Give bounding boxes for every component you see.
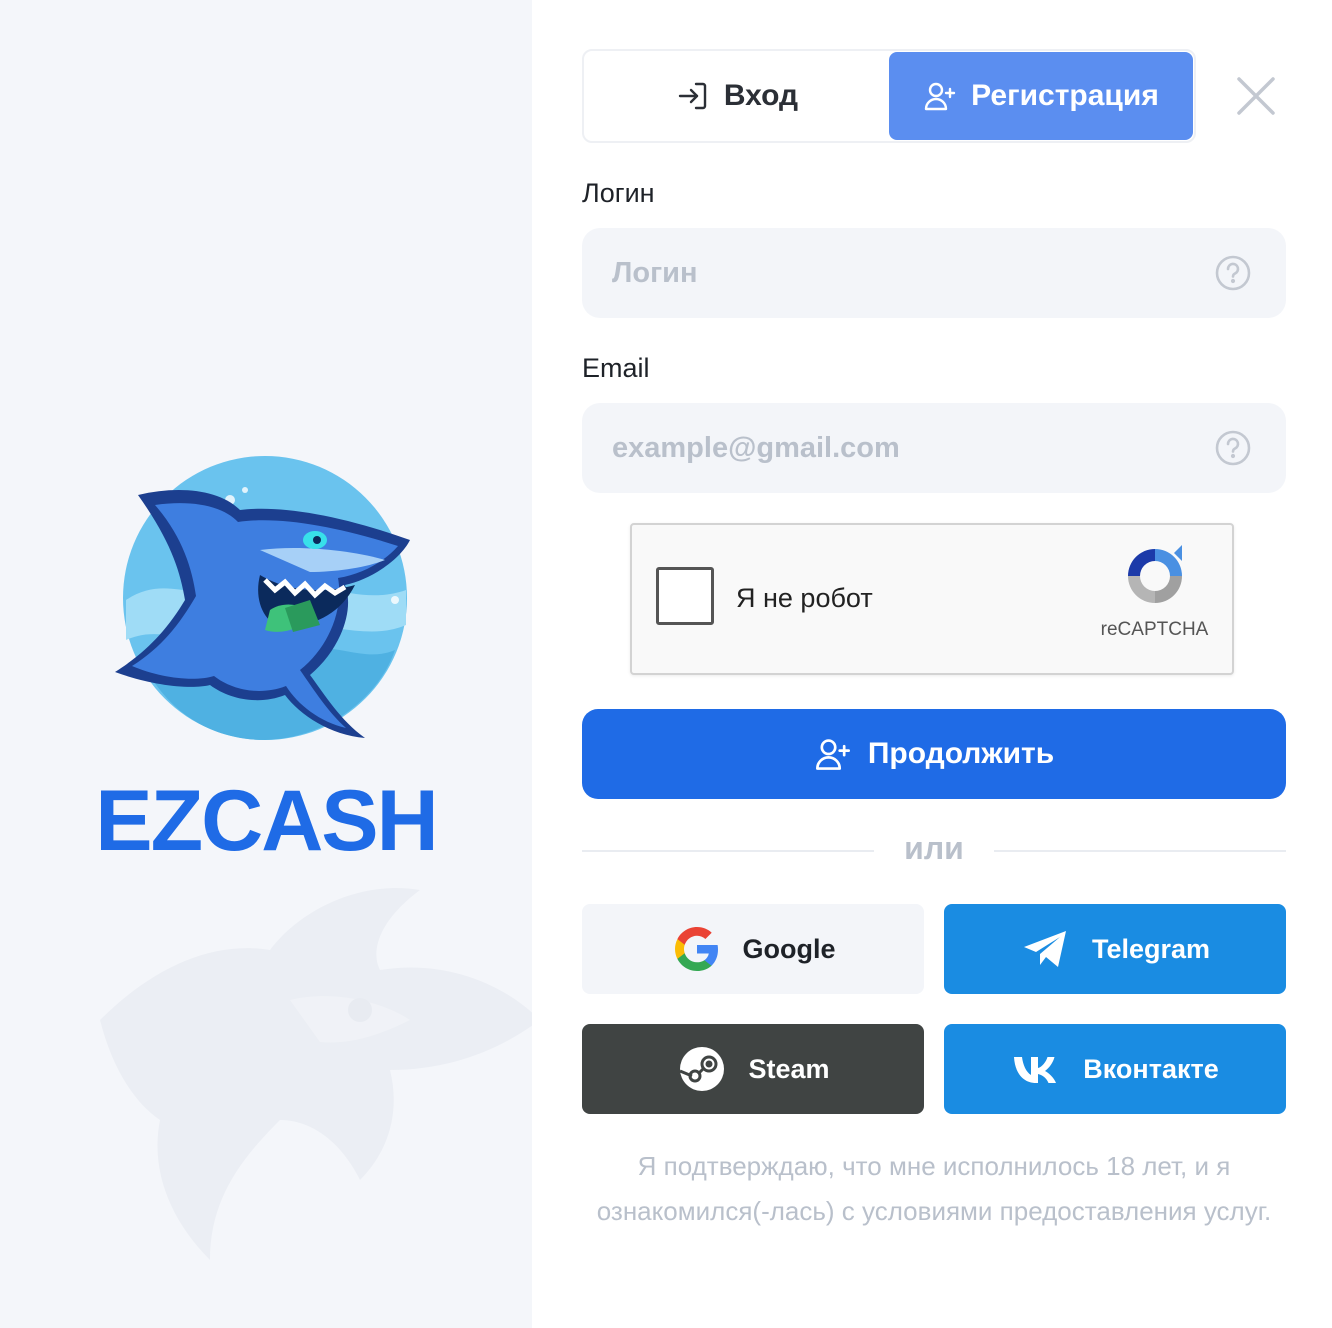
auth-panel: Вход Регистрация Логин Email <box>532 0 1332 1328</box>
close-icon[interactable] <box>1235 75 1277 117</box>
ezcash-wordmark: EZCASH <box>95 776 439 860</box>
tab-login-label: Вход <box>723 79 799 112</box>
or-divider: или <box>582 828 1286 872</box>
auth-tabs: Вход Регистрация <box>582 49 1196 143</box>
vk-button-label: Вконтакте <box>1083 1053 1219 1084</box>
recaptcha-checkbox[interactable] <box>656 567 714 625</box>
recaptcha-brand: reCAPTCHA <box>1100 619 1209 640</box>
brand-panel: EZCASH <box>0 0 532 1328</box>
vk-login-button[interactable]: Вконтакте <box>944 1024 1286 1114</box>
telegram-icon <box>1023 931 1066 967</box>
steam-login-button[interactable]: Steam <box>582 1024 924 1114</box>
login-input[interactable] <box>582 228 1286 318</box>
google-icon <box>674 927 718 971</box>
svg-text:EZCASH: EZCASH <box>95 776 437 860</box>
shark-mascot-logo <box>115 456 410 740</box>
vk-icon <box>1014 1057 1057 1083</box>
email-field-wrapper <box>582 403 1286 493</box>
background-shark-watermark <box>100 888 532 1260</box>
login-field-wrapper <box>582 228 1286 318</box>
email-label: Email <box>582 353 650 383</box>
login-label: Логин <box>582 178 655 208</box>
tab-register-label: Регистрация <box>971 79 1159 112</box>
tab-register[interactable]: Регистрация <box>889 52 1193 140</box>
question-circle-icon[interactable] <box>1214 429 1252 467</box>
recaptcha-label: Я не робот <box>736 583 873 613</box>
question-circle-icon[interactable] <box>1214 254 1252 292</box>
or-label: или <box>904 830 964 866</box>
google-button-label: Google <box>742 933 836 964</box>
telegram-login-button[interactable]: Telegram <box>944 904 1286 994</box>
steam-button-label: Steam <box>748 1053 830 1084</box>
user-plus-icon <box>924 82 956 111</box>
continue-button[interactable]: Продолжить <box>582 709 1286 799</box>
google-login-button[interactable]: Google <box>582 904 924 994</box>
login-icon <box>678 82 707 110</box>
continue-button-label: Продолжить <box>867 737 1055 770</box>
legal-disclaimer: Я подтверждаю, что мне исполнилось 18 ле… <box>596 1151 1272 1226</box>
recaptcha-widget: Я не робот reCAPTCHA <box>630 523 1234 675</box>
user-plus-icon <box>815 739 850 770</box>
tab-login[interactable]: Вход <box>585 52 889 140</box>
recaptcha-logo-icon <box>1128 545 1182 603</box>
steam-icon <box>679 1047 725 1091</box>
email-input[interactable] <box>582 403 1286 493</box>
divider-line <box>994 850 1286 852</box>
telegram-button-label: Telegram <box>1091 933 1211 964</box>
